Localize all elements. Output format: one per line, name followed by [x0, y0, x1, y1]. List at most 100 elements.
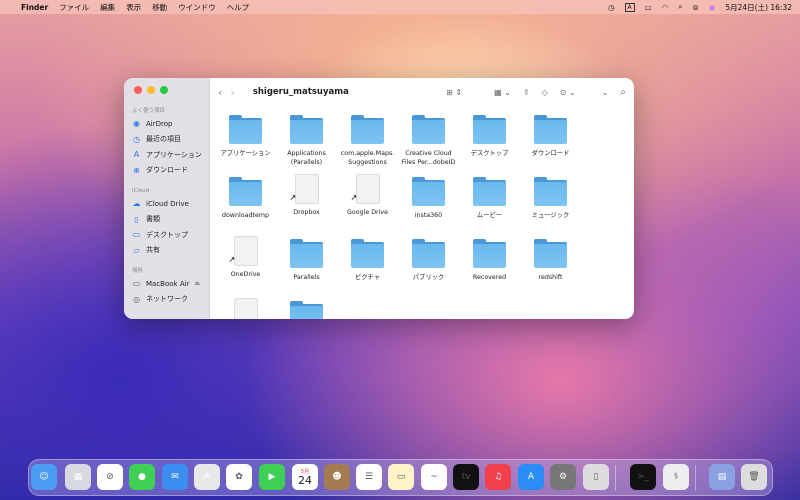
- file-item[interactable]: com.apple.Maps. Suggestions: [337, 112, 398, 174]
- wifi-icon[interactable]: ◠: [662, 3, 669, 12]
- file-item[interactable]: ↗ OneDrive: [215, 236, 276, 298]
- sidebar-item-documents[interactable]: ▯ 書類: [130, 212, 203, 228]
- close-button[interactable]: [134, 86, 142, 94]
- dock-music-icon[interactable]: ♫: [485, 464, 511, 490]
- file-item[interactable]: ムービー: [459, 174, 520, 236]
- file-item[interactable]: ↗ Dropbox: [276, 174, 337, 236]
- dock-facetime-icon[interactable]: ▶: [259, 464, 285, 490]
- group-by-icon[interactable]: ▦ ⌄: [494, 88, 511, 97]
- sidebar-item-icloud-drive[interactable]: ☁ iCloud Drive: [130, 196, 203, 212]
- more-actions-icon[interactable]: ⊙ ⌄: [560, 88, 576, 97]
- sidebar-item-recents[interactable]: ◷ 最近の項目: [130, 132, 203, 148]
- folder-icon: [290, 301, 323, 319]
- time-machine-icon[interactable]: ◷: [608, 3, 615, 12]
- input-source-icon[interactable]: A: [624, 2, 635, 12]
- folder-icon: [290, 115, 323, 144]
- file-item[interactable]: Recovered: [459, 236, 520, 298]
- sidebar-item-desktop[interactable]: ▭ デスクトップ: [130, 227, 203, 243]
- sidebar-item-label: ダウンロード: [146, 166, 188, 175]
- file-grid: アプリケーション Applications (Parallels) com.appl…: [210, 112, 581, 319]
- file-item[interactable]: downloadtemp: [215, 174, 276, 236]
- file-item[interactable]: ミュージック: [520, 174, 581, 236]
- file-item[interactable]: Applications (Parallels): [276, 112, 337, 174]
- sidebar-item-label: AirDrop: [146, 119, 173, 128]
- file-name: com.apple.Maps. Suggestions: [340, 150, 395, 166]
- dock-downloads-stack-icon[interactable]: ▤: [709, 464, 735, 490]
- dock-app-store-icon[interactable]: A: [518, 464, 544, 490]
- clock[interactable]: 5月24日(土) 16:32: [725, 2, 792, 13]
- menu-file[interactable]: ファイル: [59, 2, 89, 13]
- control-center-icon[interactable]: ⊜: [692, 3, 698, 12]
- file-item[interactable]: insta360: [398, 174, 459, 236]
- dock-launchpad-icon[interactable]: ▦: [65, 464, 91, 490]
- sidebar-item-applications[interactable]: A アプリケーション: [130, 147, 203, 163]
- dock-notes-icon[interactable]: ▭: [388, 464, 414, 490]
- folder-icon: [351, 115, 384, 144]
- share-icon[interactable]: ⇪: [523, 88, 530, 97]
- airdrop-icon: ◉: [133, 119, 140, 129]
- menu-edit[interactable]: 編集: [100, 2, 115, 13]
- sidebar-item-downloads[interactable]: ⊕ ダウンロード: [130, 163, 203, 179]
- search-icon[interactable]: ⌕: [620, 87, 626, 98]
- file-name: Parallels: [293, 274, 320, 281]
- dock-safari-icon[interactable]: ⊘: [97, 464, 123, 490]
- file-item[interactable]: パブリック: [398, 236, 459, 298]
- dock-finder-icon[interactable]: ☺: [31, 464, 57, 490]
- file-name: デスクトップ: [470, 150, 509, 157]
- spotlight-icon[interactable]: ⌕: [678, 2, 682, 12]
- file-browser: ‹ › shigeru_matsuyama ⊞ ⇕ ▦ ⌄ ⇪ ◇ ⊙ ⌄ ⌄ …: [210, 78, 634, 319]
- menu-help[interactable]: ヘルプ: [227, 2, 250, 13]
- dock: ☺ ▦ ⊘ ● ✉ A ✿ ▶ 5月 24 ☻ ☰ ▭ ~ tv ♫ A ⚙ ▯ >_ ⚕ ▤ 🗑: [28, 459, 773, 496]
- file-item[interactable]: ダウンロード: [520, 112, 581, 174]
- file-item[interactable]: アプリケーション: [215, 112, 276, 174]
- file-name: Recovered: [472, 274, 507, 281]
- folder-icon: [534, 177, 567, 206]
- dock-mail-icon[interactable]: ✉: [162, 464, 188, 490]
- chevron-down-icon[interactable]: ⌄: [602, 88, 609, 97]
- tag-icon[interactable]: ◇: [542, 88, 548, 97]
- siri-icon[interactable]: ◉: [709, 3, 716, 12]
- back-button[interactable]: ‹: [218, 86, 222, 99]
- file-item[interactable]: redshift: [520, 236, 581, 298]
- file-name: Creative Cloud Files Per...dobeID: [401, 150, 456, 166]
- sidebar-item-macbook-air[interactable]: ▭ MacBook Air ⏏: [130, 276, 203, 292]
- menu-finder[interactable]: Finder: [21, 3, 48, 12]
- dock-contacts-icon[interactable]: ☻: [324, 464, 350, 490]
- folder-icon: [534, 115, 567, 144]
- download-icon: ⊕: [133, 165, 140, 175]
- menu-window[interactable]: ウインドウ: [178, 2, 216, 13]
- dock-iphone-mirroring-icon[interactable]: ▯: [583, 464, 609, 490]
- zoom-button[interactable]: [160, 86, 168, 94]
- sidebar-item-network[interactable]: ◎ ネットワーク: [130, 292, 203, 308]
- dock-maps-icon[interactable]: A: [194, 464, 220, 490]
- dock-disk-utility-icon[interactable]: ⚕: [663, 464, 689, 490]
- eject-icon[interactable]: ⏏: [194, 280, 200, 287]
- file-item[interactable]: [276, 298, 337, 319]
- file-name: パブリック: [412, 274, 445, 281]
- dock-system-settings-icon[interactable]: ⚙: [550, 464, 576, 490]
- dock-separator: [695, 465, 696, 491]
- battery-icon[interactable]: ▭: [645, 3, 652, 12]
- dock-messages-icon[interactable]: ●: [129, 464, 155, 490]
- dock-trash-icon[interactable]: 🗑: [741, 464, 767, 490]
- menu-go[interactable]: 移動: [152, 2, 167, 13]
- view-mode-icon[interactable]: ⊞ ⇕: [446, 88, 462, 97]
- dock-reminders-icon[interactable]: ☰: [356, 464, 382, 490]
- menu-view[interactable]: 表示: [126, 2, 141, 13]
- dock-tv-icon[interactable]: tv: [453, 464, 479, 490]
- menu-bar: Finder ファイル 編集 表示 移動 ウインドウ ヘルプ ◷ A ▭ ◠ ⌕…: [0, 0, 800, 14]
- dock-terminal-icon[interactable]: >_: [630, 464, 656, 490]
- minimize-button[interactable]: [147, 86, 155, 94]
- file-item[interactable]: デスクトップ: [459, 112, 520, 174]
- file-item[interactable]: ピクチャ: [337, 236, 398, 298]
- file-item[interactable]: Creative Cloud Files Per...dobeID: [398, 112, 459, 174]
- sidebar-item-shared[interactable]: ▱ 共有: [130, 243, 203, 259]
- forward-button[interactable]: ›: [230, 86, 234, 99]
- dock-freeform-icon[interactable]: ~: [421, 464, 447, 490]
- file-item[interactable]: [215, 298, 276, 319]
- dock-calendar-icon[interactable]: 5月 24: [292, 464, 318, 490]
- file-item[interactable]: ↗ Google Drive: [337, 174, 398, 236]
- file-item[interactable]: Parallels: [276, 236, 337, 298]
- sidebar-item-airdrop[interactable]: ◉ AirDrop: [130, 116, 203, 132]
- dock-photos-icon[interactable]: ✿: [226, 464, 252, 490]
